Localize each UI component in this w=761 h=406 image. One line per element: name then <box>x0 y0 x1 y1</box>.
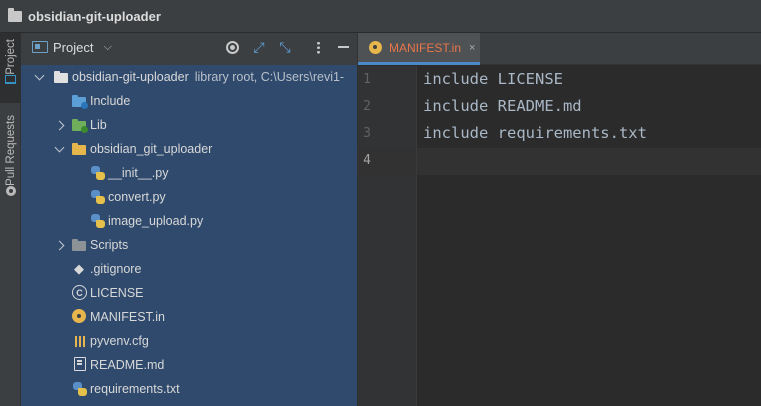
folder-green-icon <box>72 117 88 133</box>
gear-file-icon <box>369 41 382 54</box>
tree-item-label: requirements.txt <box>90 382 180 396</box>
chevron-down-icon[interactable] <box>54 137 64 161</box>
chevron-down-icon[interactable] <box>34 65 44 89</box>
line-number: 3 <box>363 126 371 141</box>
copyright-icon: C <box>72 285 88 301</box>
current-line-highlight <box>417 148 761 175</box>
project-tool-tab[interactable]: Project <box>0 33 21 103</box>
tree-item-gitignore[interactable]: ◆ .gitignore <box>21 257 357 281</box>
tree-root-label: obsidian-git-uploader <box>72 70 189 84</box>
markdown-file-icon <box>72 357 88 373</box>
tree-item-label: .gitignore <box>90 262 142 276</box>
chevron-right-icon[interactable] <box>54 113 64 137</box>
tree-item-manifest[interactable]: MANIFEST.in <box>21 305 357 329</box>
editor-tab-manifest[interactable]: MANIFEST.in × <box>358 33 480 65</box>
line-number: 4 <box>363 153 371 168</box>
tree-item-label: pyvenv.cfg <box>90 334 149 348</box>
close-icon[interactable]: × <box>469 42 475 54</box>
tree-item-image-upload-py[interactable]: image_upload.py <box>21 209 357 233</box>
tree-item-label: LICENSE <box>90 286 144 300</box>
python-file-icon <box>90 213 106 229</box>
folder-grey-icon <box>72 237 88 253</box>
tree-item-package[interactable]: obsidian_git_uploader <box>21 137 357 161</box>
editor-tab-bar: MANIFEST.in × <box>358 33 761 65</box>
line-number: 2 <box>363 99 371 114</box>
tree-item-include[interactable]: Include <box>21 89 357 113</box>
python-file-icon <box>90 189 106 205</box>
folder-blue-icon <box>72 93 88 109</box>
code-line[interactable]: include README.md <box>423 97 582 115</box>
tree-item-label: MANIFEST.in <box>90 310 166 324</box>
gitignore-icon: ◆ <box>74 261 84 276</box>
tree-item-label: __init__.py <box>108 166 169 180</box>
code-editor[interactable]: include LICENSE include README.md includ… <box>417 66 761 406</box>
left-tool-strip: Project Pull Requests <box>0 33 21 406</box>
editor-tab-label: MANIFEST.in <box>389 40 462 55</box>
github-icon <box>5 185 16 196</box>
project-view-icon <box>32 41 48 53</box>
tree-item-label: obsidian_git_uploader <box>90 142 213 156</box>
collapse-all-icon[interactable]: ⤡ <box>277 39 293 55</box>
project-tool-tab-label: Project <box>4 39 17 75</box>
tree-item-pyvenv-cfg[interactable]: pyvenv.cfg <box>21 329 357 353</box>
gear-file-icon <box>72 309 88 325</box>
expand-all-icon[interactable]: ⤢ <box>251 39 267 55</box>
project-tree: obsidian-git-uploader library root, C:\Us… <box>21 65 357 406</box>
more-options-icon[interactable] <box>310 39 326 55</box>
tree-item-requirements[interactable]: requirements.txt <box>21 377 357 401</box>
tree-item-scripts[interactable]: Scripts <box>21 233 357 257</box>
title-bar: obsidian-git-uploader <box>0 0 761 33</box>
hide-panel-icon[interactable] <box>335 39 351 55</box>
pull-requests-tool-tab-label: Pull Requests <box>4 115 17 186</box>
tree-item-label: README.md <box>90 358 165 372</box>
folder-icon <box>8 7 22 22</box>
dropdown-chevron-icon[interactable]: ⌵ <box>103 41 111 54</box>
tree-item-label: image_upload.py <box>108 214 204 228</box>
project-panel-title[interactable]: Project <box>53 40 93 55</box>
tree-item-readme[interactable]: README.md <box>21 353 357 377</box>
tree-item-license[interactable]: C LICENSE <box>21 281 357 305</box>
tree-item-init-py[interactable]: __init__.py <box>21 161 357 185</box>
pull-requests-tool-tab[interactable]: Pull Requests <box>0 111 21 203</box>
chevron-right-icon[interactable] <box>54 233 64 257</box>
project-panel-header: Project ⌵ ⤢ ⤡ <box>21 33 357 61</box>
line-number: 1 <box>363 72 371 87</box>
tree-item-label: Include <box>90 94 131 108</box>
python-file-icon <box>90 165 106 181</box>
code-line[interactable]: include LICENSE <box>423 70 563 88</box>
locate-target-icon[interactable] <box>224 39 240 55</box>
tree-root[interactable]: obsidian-git-uploader library root, C:\Us… <box>21 65 357 89</box>
tree-item-label: convert.py <box>108 190 166 204</box>
tree-item-label: Scripts <box>90 238 129 252</box>
tree-item-convert-py[interactable]: convert.py <box>21 185 357 209</box>
project-monitor-icon <box>5 74 16 84</box>
folder-icon <box>54 69 70 85</box>
tree-root-detail: library root, C:\Users\revi1- <box>194 70 345 84</box>
window-title: obsidian-git-uploader <box>28 8 161 24</box>
tree-item-lib[interactable]: Lib <box>21 113 357 137</box>
config-file-icon <box>72 333 88 349</box>
code-line[interactable]: include requirements.txt <box>423 124 647 142</box>
tree-item-label: Lib <box>90 118 107 132</box>
folder-yellow-icon <box>72 141 88 157</box>
python-file-icon <box>72 381 88 397</box>
project-panel: Project ⌵ ⤢ ⤡ obsidian-git-uploader libra… <box>21 33 358 406</box>
line-number-gutter: 1 2 3 4 <box>358 66 417 406</box>
